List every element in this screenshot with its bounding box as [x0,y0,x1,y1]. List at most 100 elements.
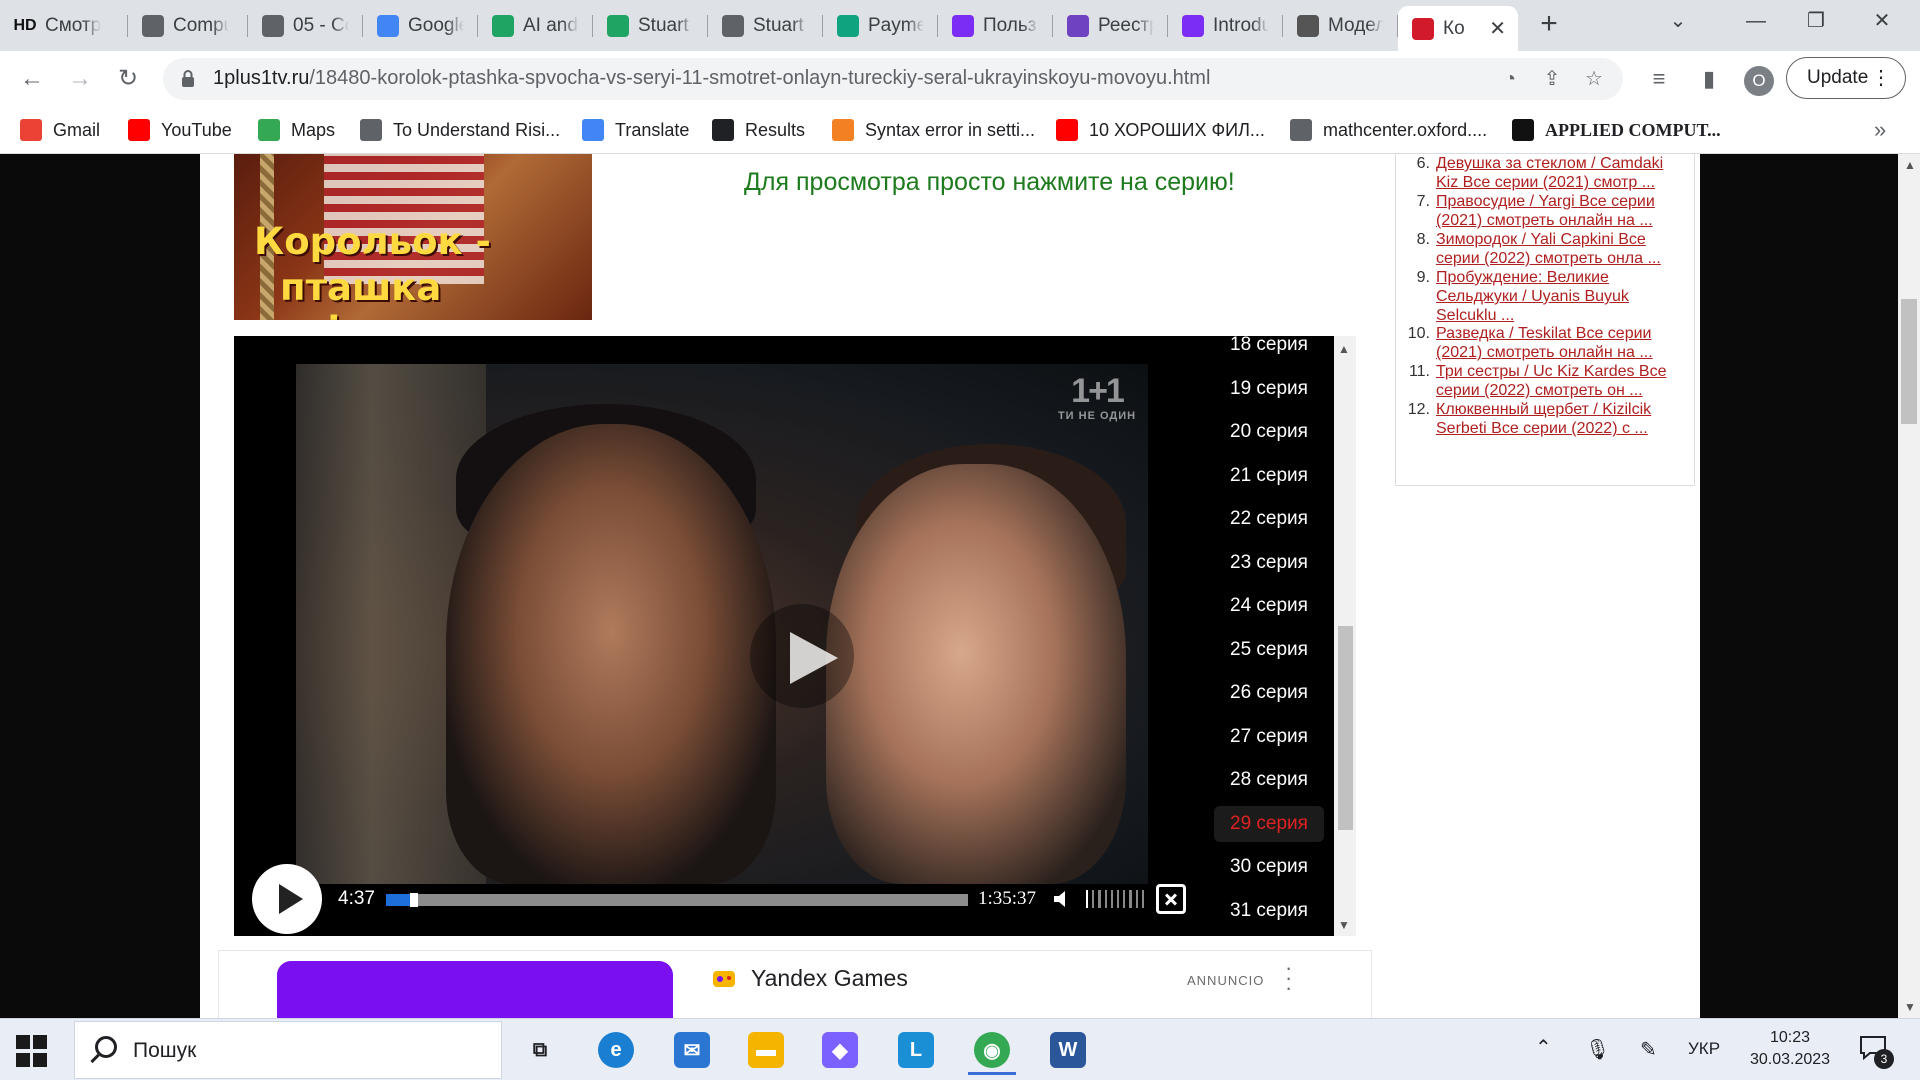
profile-avatar[interactable]: O [1744,66,1774,96]
page-scroll-up-icon[interactable]: ▲ [1904,158,1916,172]
copilot-taskbar-button[interactable]: ◆ [812,1025,868,1075]
volume-icon[interactable] [1052,888,1074,910]
episode-item[interactable]: 27 серия [1214,719,1324,755]
tab-2[interactable]: Computer [128,6,248,45]
episode-list-scrollbar[interactable]: ▲ ▼ [1334,336,1356,936]
episode-item[interactable]: 19 серия [1214,371,1324,407]
tray-chevron-icon[interactable]: ⌃ [1535,1035,1552,1060]
episode-item[interactable]: 30 серия [1214,849,1324,885]
progress-bar[interactable] [386,893,968,907]
clock[interactable]: 10:23 30.03.2023 [1740,1027,1840,1071]
l-app-taskbar-button[interactable]: L [888,1025,944,1075]
file-explorer-taskbar-button[interactable]: ▬ [738,1025,794,1075]
tab-12[interactable]: Модел [1283,6,1398,45]
tab-8[interactable]: Payme [823,6,938,45]
tab-13[interactable]: Ко ✕ [1398,6,1518,51]
tab-11[interactable]: Introdu [1168,6,1283,45]
big-play-icon[interactable] [750,604,854,708]
performance-icon[interactable]: ◔ [1497,66,1523,92]
volume-bar[interactable] [1117,890,1120,908]
ad-banner[interactable] [277,961,673,1018]
page-scrollbar[interactable]: ▲ ▼ [1898,154,1920,1018]
bookmark-2[interactable]: YouTube [128,115,232,145]
related-series-link[interactable]: Клюквенный щербет / Kizilcik Serbeti Все… [1436,400,1681,438]
address-bar[interactable]: 1plus1tv.ru/18480-korolok-ptashka-spvoch… [163,58,1623,100]
bookmarks-overflow-button[interactable]: » [1874,117,1886,143]
start-button[interactable] [16,1035,48,1067]
fullscreen-icon[interactable] [1156,884,1186,914]
side-panel-icon[interactable]: ▮ [1692,62,1726,96]
mail-taskbar-button[interactable]: ✉ [664,1025,720,1075]
related-series-link[interactable]: Три сестры / Uc Kiz Kardes Все серии (20… [1436,362,1681,400]
new-tab-button[interactable]: + [1532,8,1566,42]
episode-item[interactable]: 23 серия [1214,545,1324,581]
related-series-link[interactable]: Пробуждение: Великие Сельджуки / Uyanis … [1436,268,1681,325]
video-player[interactable]: 1+1 ТИ НЕ ОДИН 4:37 1:35:37 [234,336,1206,936]
volume-bar[interactable] [1086,890,1089,908]
task-view-taskbar-button[interactable]: ⧉ [512,1025,568,1075]
volume-bar[interactable] [1141,890,1145,908]
lock-icon[interactable] [181,69,195,88]
bookmark-6[interactable]: Results [712,115,805,145]
episode-item[interactable]: 25 серия [1214,632,1324,668]
related-series-link[interactable]: Девушка за стеклом / Camdaki Kiz Все сер… [1436,154,1681,192]
bookmark-10[interactable]: APPLIED COMPUT... [1512,115,1721,145]
media-controls-icon[interactable]: ≡ [1642,62,1676,96]
minimize-button[interactable]: — [1726,0,1786,44]
bookmark-star-icon[interactable]: ☆ [1581,66,1607,92]
volume-bar[interactable] [1123,890,1126,908]
chrome-taskbar-button[interactable]: ◉ [964,1025,1020,1075]
tab-6[interactable]: Stuart [593,6,708,45]
episode-item[interactable]: 21 серия [1214,458,1324,494]
scroll-down-arrow-icon[interactable]: ▼ [1338,918,1350,932]
microphone-icon[interactable]: 🎙 [1585,1037,1610,1062]
bookmark-8[interactable]: 10 ХОРОШИХ ФИЛ... [1056,115,1265,145]
back-button[interactable]: ← [14,61,50,97]
episode-item[interactable]: 28 серия [1214,762,1324,798]
scroll-thumb[interactable] [1338,626,1353,830]
bookmark-3[interactable]: Maps [258,115,335,145]
close-tab-icon[interactable]: ✕ [1489,16,1506,41]
episode-item[interactable]: 24 серия [1214,588,1324,624]
bookmark-5[interactable]: Translate [582,115,689,145]
volume-bar[interactable] [1110,890,1114,908]
share-icon[interactable]: ⇪ [1539,66,1565,92]
language-indicator[interactable]: УКР [1688,1039,1720,1059]
page-scroll-thumb[interactable] [1901,299,1917,424]
episode-item[interactable]: 26 серия [1214,675,1324,711]
video-frame[interactable]: 1+1 ТИ НЕ ОДИН [296,364,1148,884]
volume-bar[interactable] [1104,890,1107,908]
bookmark-9[interactable]: mathcenter.oxford.... [1290,115,1487,145]
tab-3[interactable]: 05 - Co [248,6,363,45]
menu-dots-icon[interactable]: ⋮ [1871,58,1891,98]
episode-item[interactable]: 31 серия [1214,893,1324,929]
tab-7[interactable]: Stuart [708,6,823,45]
update-button[interactable]: Update ⋮ [1786,57,1906,99]
pen-icon[interactable]: ✎ [1640,1037,1657,1062]
volume-bar[interactable] [1098,890,1101,908]
reload-button[interactable]: ↻ [110,61,146,97]
edge-taskbar-button[interactable]: e [588,1025,644,1075]
related-series-link[interactable]: Правосудие / Yargi Все серии (2021) смот… [1436,192,1681,230]
bookmark-7[interactable]: Syntax error in setti... [832,115,1035,145]
taskbar-search[interactable]: Пошук [74,1021,502,1079]
episode-item[interactable]: 20 серия [1214,414,1324,450]
episode-item[interactable]: 29 серия [1214,805,1324,842]
tab-9[interactable]: Польз [938,6,1053,45]
bookmark-4[interactable]: To Understand Risi... [360,115,560,145]
ad-menu-icon[interactable]: · · · [1285,957,1292,999]
url-text[interactable]: 1plus1tv.ru/18480-korolok-ptashka-spvoch… [213,67,1210,90]
tab-5[interactable]: AI and [478,6,593,45]
episode-item[interactable]: 22 серия [1214,501,1324,537]
progress-handle[interactable] [409,893,418,907]
volume-bar[interactable] [1092,890,1095,908]
close-window-button[interactable]: ✕ [1852,0,1912,44]
restore-button[interactable]: ❐ [1786,0,1846,44]
word-taskbar-button[interactable]: W [1040,1025,1096,1075]
forward-button[interactable]: → [62,61,98,97]
scroll-up-arrow-icon[interactable]: ▲ [1338,342,1350,356]
tab-search-chevron-icon[interactable]: ⌄ [1648,0,1708,44]
episode-item[interactable]: 18 серия [1214,336,1324,363]
related-series-link[interactable]: Зимородок / Yali Capkini Все серии (2022… [1436,230,1681,268]
volume-bar[interactable] [1135,890,1138,908]
